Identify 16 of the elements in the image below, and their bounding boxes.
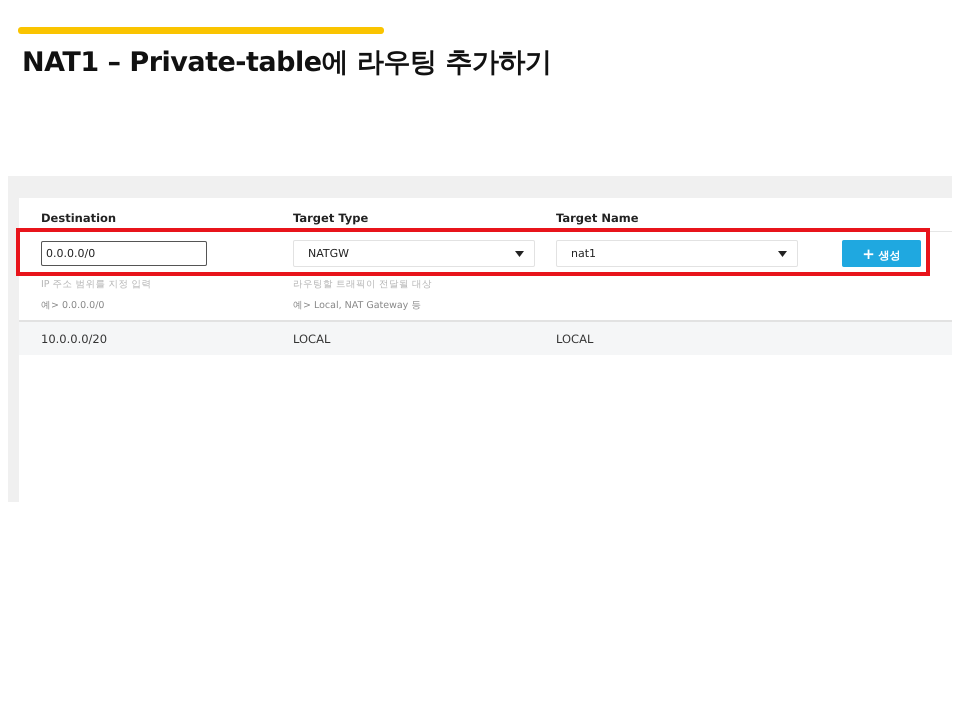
table-cell-text: LOCAL	[556, 332, 594, 346]
field-example: 예> 0.0.0.0/0	[41, 299, 106, 312]
target-type-select[interactable]: NATGW	[293, 240, 535, 267]
field-hint: 라우팅할 트래픽이 전달될 대상	[293, 278, 434, 291]
caret-icon	[778, 250, 787, 256]
caret-icon	[515, 250, 524, 256]
field-hint: IP 주소 범위를 지정 입력	[41, 278, 153, 291]
slide-title: NAT1 – Private-table에 라우팅 추가하기	[22, 46, 552, 80]
column-header: Target Type	[293, 210, 370, 224]
target-name-select[interactable]: nat1	[556, 240, 798, 267]
table-cell-text: 10.0.0.0/20	[41, 332, 108, 346]
destination-field[interactable]: 0.0.0.0/0	[41, 241, 207, 266]
column-header: Target Name	[556, 210, 640, 224]
table-cell-text: LOCAL	[293, 332, 332, 346]
column-header: Destination	[41, 210, 118, 224]
field-example: 예> Local, NAT Gateway 등	[293, 299, 422, 312]
